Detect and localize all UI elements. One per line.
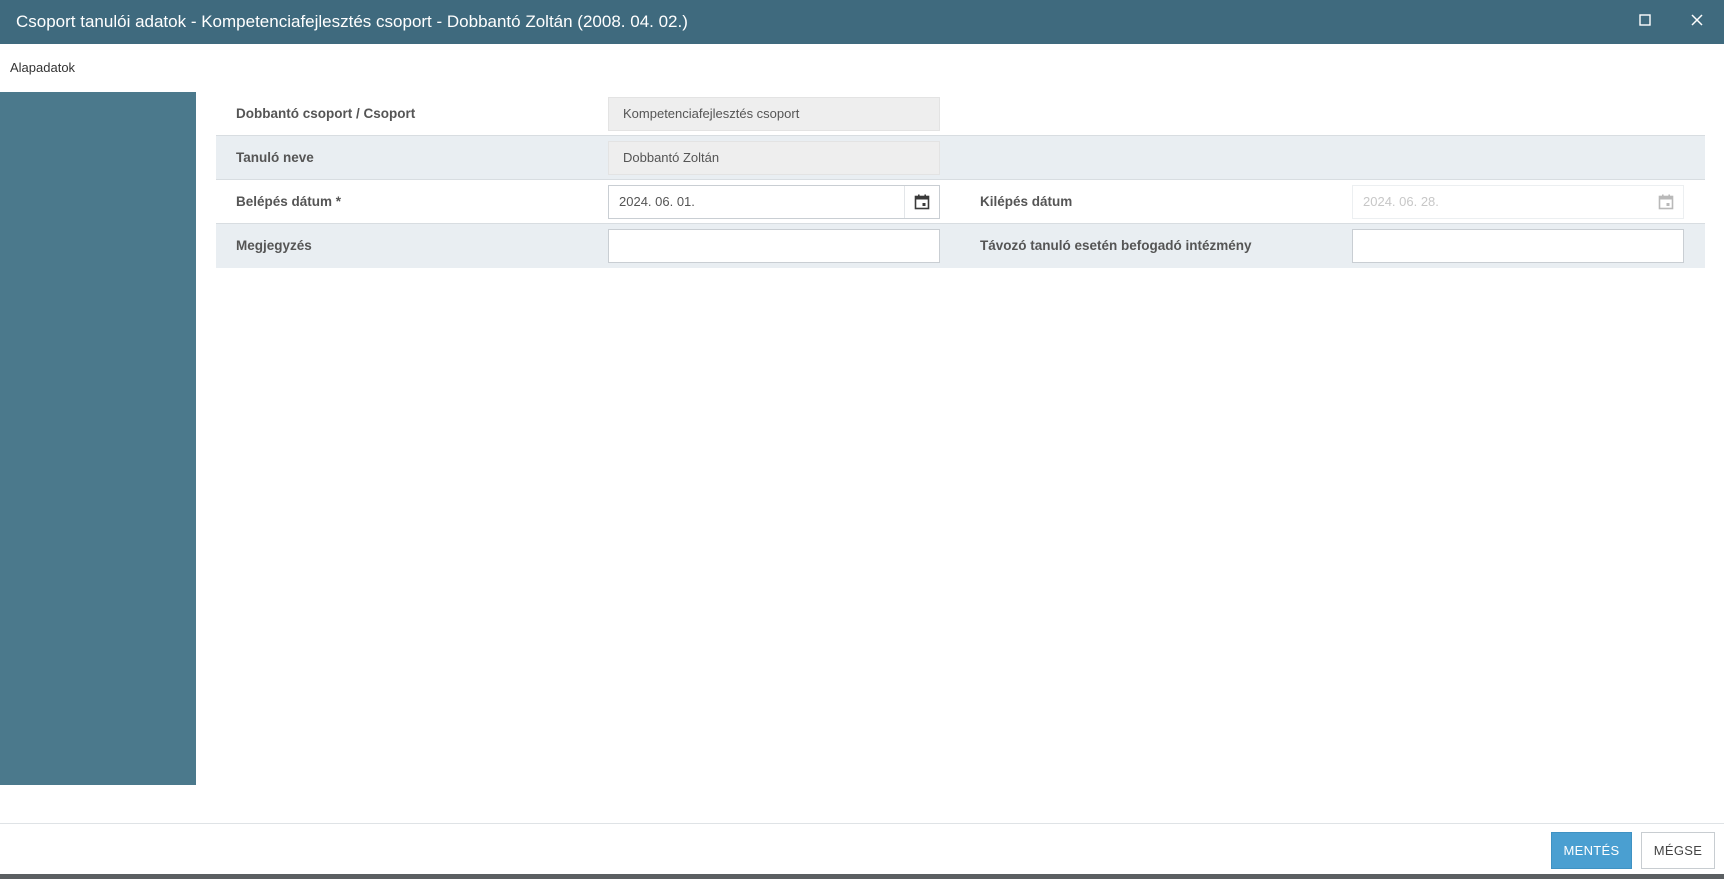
form-row-notes: Megjegyzés Távozó tanuló esetén befogadó… bbox=[216, 224, 1705, 268]
exit-date-input: 2024. 06. 28. bbox=[1352, 185, 1684, 219]
student-name-field: Dobbantó Zoltán bbox=[608, 141, 940, 175]
exit-date-picker-button bbox=[1649, 186, 1683, 218]
dialog-title: Csoport tanulói adatok - Kompetenciafejl… bbox=[16, 12, 688, 31]
receiving-institution-input[interactable] bbox=[1352, 229, 1684, 263]
sidebar-panel bbox=[0, 92, 196, 785]
tab-alapadatok[interactable]: Alapadatok bbox=[10, 60, 75, 75]
dialog-titlebar: Csoport tanulói adatok - Kompetenciafejl… bbox=[0, 0, 1724, 44]
receiving-institution-label: Távozó tanuló esetén befogadó intézmény bbox=[980, 238, 1252, 253]
note-input[interactable] bbox=[608, 229, 940, 263]
form-row-dates: Belépés dátum * 2024. 06. 01. Kilépés dá… bbox=[216, 180, 1705, 224]
group-field: Kompetenciafejlesztés csoport bbox=[608, 97, 940, 131]
calendar-icon bbox=[914, 194, 930, 210]
exit-date-label: Kilépés dátum bbox=[980, 194, 1073, 209]
maximize-icon bbox=[1639, 14, 1651, 26]
note-label: Megjegyzés bbox=[236, 238, 312, 253]
window-bottom-edge bbox=[0, 874, 1724, 879]
close-button[interactable] bbox=[1682, 0, 1712, 40]
close-icon bbox=[1691, 14, 1703, 26]
form-row-student: Tanuló neve Dobbantó Zoltán bbox=[216, 136, 1705, 180]
group-label: Dobbantó csoport / Csoport bbox=[236, 106, 416, 121]
student-name-label: Tanuló neve bbox=[236, 150, 314, 165]
entry-date-value: 2024. 06. 01. bbox=[619, 194, 695, 209]
cancel-button[interactable]: MÉGSE bbox=[1641, 832, 1715, 869]
entry-date-input[interactable]: 2024. 06. 01. bbox=[608, 185, 940, 219]
maximize-button[interactable] bbox=[1630, 0, 1660, 40]
entry-date-picker-button[interactable] bbox=[904, 186, 939, 218]
entry-date-label: Belépés dátum * bbox=[236, 194, 342, 209]
form-row-group: Dobbantó csoport / Csoport Kompetenciafe… bbox=[216, 92, 1705, 136]
calendar-icon bbox=[1658, 194, 1674, 210]
exit-date-value: 2024. 06. 28. bbox=[1363, 194, 1439, 209]
footer-divider bbox=[0, 823, 1724, 824]
student-data-form: Dobbantó csoport / Csoport Kompetenciafe… bbox=[216, 92, 1705, 268]
tab-strip: Alapadatok bbox=[0, 44, 1724, 92]
save-button[interactable]: MENTÉS bbox=[1551, 832, 1632, 869]
